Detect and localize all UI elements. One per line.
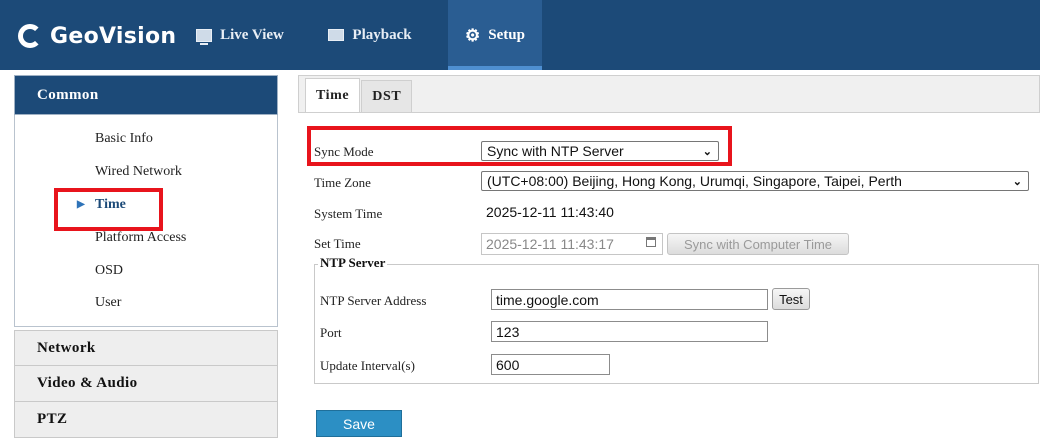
sidebar-item-basic-info[interactable]: Basic Info xyxy=(15,123,277,156)
main-panel: Time DST Sync Mode Sync with NTP Server … xyxy=(298,75,1040,437)
set-time-input[interactable]: 2025-12-11 11:43:17 xyxy=(481,233,663,255)
tab-time[interactable]: Time xyxy=(305,78,361,112)
brand-name: GeoVision xyxy=(50,23,177,49)
calendar-icon xyxy=(646,237,656,247)
active-arrow-icon: ▶ xyxy=(77,199,85,211)
film-icon xyxy=(328,29,345,41)
set-time-value: 2025-12-11 11:43:17 xyxy=(486,236,614,252)
sidebar-item-label: Time xyxy=(95,196,126,212)
sync-computer-time-label: Sync with Computer Time xyxy=(683,236,833,252)
sidebar-category-label: Video & Audio xyxy=(37,375,138,391)
update-interval-value: 600 xyxy=(496,356,520,373)
update-interval-input[interactable]: 600 xyxy=(491,354,610,375)
ntp-address-value: time.google.com xyxy=(496,291,599,308)
test-button-label: Test xyxy=(779,291,803,307)
sidebar-item-label: Basic Info xyxy=(95,131,153,147)
tab-dst[interactable]: DST xyxy=(361,80,413,112)
sidebar-category-network[interactable]: Network xyxy=(14,330,278,366)
system-time-label: System Time xyxy=(314,206,383,221)
sidebar-item-platform-access[interactable]: Platform Access xyxy=(15,221,277,254)
geovision-logo: GeoVision xyxy=(18,20,176,52)
sidebar-item-osd[interactable]: OSD xyxy=(15,254,277,287)
sync-mode-label: Sync Mode xyxy=(314,144,374,159)
gear-icon: ⚙ xyxy=(465,25,481,45)
nav-live-view[interactable]: Live View xyxy=(185,0,295,70)
sidebar-section-label: Common xyxy=(37,86,99,103)
save-button[interactable]: Save xyxy=(316,410,402,437)
sync-mode-select[interactable]: Sync with NTP Server ⌄ xyxy=(481,141,719,161)
nav-playback-label: Playback xyxy=(352,26,412,43)
port-value: 123 xyxy=(496,323,520,340)
ntp-server-legend: NTP Server xyxy=(318,255,388,271)
sidebar: Common Basic Info Wired Network ▶ Time P… xyxy=(14,75,278,438)
sidebar-submenu: Basic Info Wired Network ▶ Time Platform… xyxy=(14,115,278,327)
nav-setup[interactable]: ⚙ Setup xyxy=(448,0,542,70)
sync-mode-value: Sync with NTP Server xyxy=(487,143,624,159)
tab-label: Time xyxy=(316,87,350,103)
sidebar-section-common[interactable]: Common xyxy=(14,75,278,115)
sidebar-item-user[interactable]: User xyxy=(15,287,277,320)
sidebar-category-label: PTZ xyxy=(37,411,68,427)
sidebar-item-time[interactable]: ▶ Time xyxy=(15,189,277,222)
time-zone-value: (UTC+08:00) Beijing, Hong Kong, Urumqi, … xyxy=(487,173,902,189)
save-button-label: Save xyxy=(343,415,375,432)
time-zone-label: Time Zone xyxy=(314,175,371,190)
monitor-icon xyxy=(196,28,213,45)
port-label: Port xyxy=(320,325,342,340)
sidebar-category-video-audio[interactable]: Video & Audio xyxy=(14,366,278,402)
sidebar-item-wired-network[interactable]: Wired Network xyxy=(15,156,277,189)
logo-mark-icon xyxy=(18,24,42,48)
ntp-address-label: NTP Server Address xyxy=(320,293,427,308)
nav-setup-label: Setup xyxy=(488,26,525,43)
sidebar-item-label: OSD xyxy=(95,262,124,278)
sidebar-item-label: User xyxy=(95,295,122,311)
ntp-address-input[interactable]: time.google.com xyxy=(491,289,768,310)
test-button[interactable]: Test xyxy=(772,288,810,310)
time-zone-select[interactable]: (UTC+08:00) Beijing, Hong Kong, Urumqi, … xyxy=(481,171,1029,191)
sidebar-item-label: Platform Access xyxy=(95,229,187,245)
set-time-label: Set Time xyxy=(314,236,361,251)
sidebar-item-label: Wired Network xyxy=(95,164,182,180)
sync-computer-time-button[interactable]: Sync with Computer Time xyxy=(667,233,849,255)
system-time-value: 2025-12-11 11:43:40 xyxy=(486,204,614,220)
nav-live-view-label: Live View xyxy=(220,26,284,43)
sidebar-category-label: Network xyxy=(37,339,96,356)
nav-playback[interactable]: Playback xyxy=(315,0,425,70)
sidebar-category-ptz[interactable]: PTZ xyxy=(14,402,278,438)
tab-label: DST xyxy=(372,88,402,104)
update-interval-label: Update Interval(s) xyxy=(320,358,415,373)
port-input[interactable]: 123 xyxy=(491,321,768,342)
tab-bar: Time DST xyxy=(298,75,1040,113)
chevron-down-icon: ⌄ xyxy=(702,146,712,158)
top-nav-bar: GeoVision Live View Playback ⚙ Setup xyxy=(0,0,1040,70)
chevron-down-icon: ⌄ xyxy=(1012,176,1022,188)
